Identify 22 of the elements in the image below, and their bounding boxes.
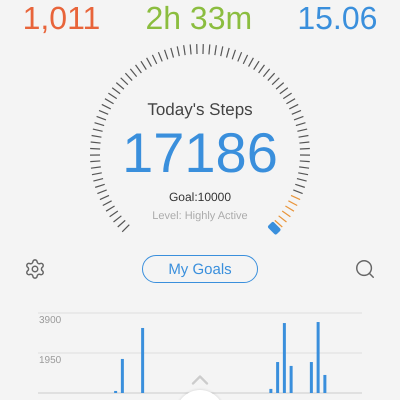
stat-value: 15.06 [297, 0, 378, 36]
bar [290, 366, 293, 393]
bar [114, 390, 118, 393]
search-icon[interactable] [354, 258, 376, 280]
axis-label: 3900 [39, 315, 62, 326]
bar [141, 328, 144, 393]
steps-title: Today's Steps [147, 100, 253, 120]
bar [282, 323, 286, 393]
steps-count: 17186 [122, 122, 278, 184]
settings-icon[interactable] [24, 258, 46, 280]
bar [269, 388, 272, 393]
level-text: Level: Highly Active [152, 210, 248, 222]
stat-value: 2h 33m [145, 0, 252, 36]
bar [323, 374, 326, 393]
axis-label: 1950 [39, 355, 62, 366]
goal-text: Goal:10000 [168, 190, 232, 204]
bar [316, 322, 320, 393]
my-goals-button[interactable]: My Goals [142, 255, 258, 283]
bar [310, 362, 313, 393]
stat-value: 1,011 [22, 0, 100, 36]
bar [276, 362, 280, 393]
bar [120, 358, 124, 393]
